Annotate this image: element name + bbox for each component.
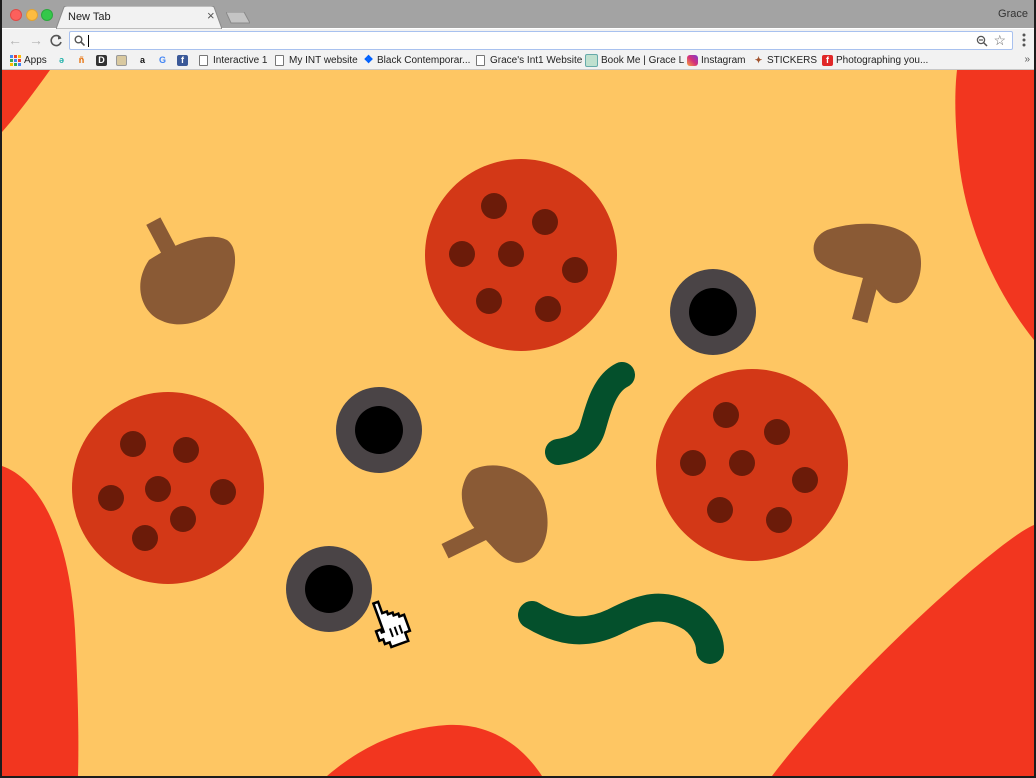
bookmark-item[interactable]: Grace's Int1 Website — [476, 53, 582, 68]
page-icon — [476, 55, 485, 66]
hand-pointer-cursor — [371, 600, 412, 649]
bookmark-star-icon[interactable]: ☆ — [993, 32, 1006, 48]
sauce-shape — [327, 724, 542, 776]
olive — [336, 387, 422, 473]
page-content[interactable] — [2, 70, 1034, 776]
site-icon: D — [96, 55, 107, 66]
reload-button[interactable] — [50, 32, 63, 51]
tab-new-tab[interactable]: New Tab × — [56, 6, 222, 29]
amazon-icon: a — [139, 55, 145, 65]
bookmark-label: Black Contemporar... — [377, 55, 471, 66]
bookmark-label: Instagram — [701, 55, 746, 66]
bookmark-item[interactable]: ✦ STICKERS — [753, 53, 817, 68]
back-button[interactable]: ← — [8, 32, 22, 48]
mushroom — [441, 465, 548, 563]
bookmark-item[interactable]: Book Me | Grace L — [585, 53, 684, 68]
bookmark-site-3[interactable]: D — [96, 53, 110, 68]
bookmark-item[interactable]: ❖ Black Contemporar... — [363, 53, 471, 68]
menu-icon[interactable] — [1022, 33, 1026, 47]
profile-name[interactable]: Grace — [998, 8, 1028, 20]
pepperoni — [72, 392, 264, 584]
instagram-icon — [687, 55, 698, 66]
tab-strip: New Tab × Grace — [0, 0, 1036, 29]
forward-button[interactable]: → — [29, 32, 43, 48]
apps-grid-icon — [10, 55, 21, 66]
minimize-window-button[interactable] — [26, 9, 38, 21]
site-icon: ñ — [78, 55, 85, 65]
sticker-icon: ✦ — [754, 55, 763, 65]
text-caret — [88, 35, 89, 47]
sauce-shape — [772, 525, 1034, 776]
bookmarks-bar: Apps ə ñ D a G f Interactive 1 My INT we… — [0, 53, 1036, 70]
facebook-icon: f — [177, 55, 188, 66]
bookmark-label: Grace's Int1 Website — [490, 55, 583, 66]
bookmark-site-6[interactable]: G — [157, 53, 171, 68]
reload-icon — [50, 34, 62, 47]
mushroom — [813, 223, 922, 323]
page-icon — [275, 55, 284, 66]
bookmark-site-5[interactable]: a — [137, 53, 151, 68]
bookmark-label: My INT website — [289, 55, 358, 66]
close-window-button[interactable] — [10, 9, 22, 21]
tab-close-icon[interactable]: × — [207, 9, 215, 23]
bookmark-label: Book Me | Grace L — [601, 55, 685, 66]
bookmark-apps-label: Apps — [24, 55, 47, 66]
bookmark-item[interactable]: Instagram — [687, 53, 745, 68]
mushroom — [140, 217, 236, 325]
toolbar: ← → ☆ — [0, 29, 1036, 53]
green-pepper — [545, 362, 635, 465]
bookmark-item[interactable]: My INT website — [275, 53, 358, 68]
bookmarks-overflow-button[interactable]: » — [1024, 54, 1030, 65]
bookmark-item[interactable]: f Photographing you... — [822, 53, 928, 68]
address-input[interactable] — [88, 33, 968, 48]
site-icon — [116, 55, 127, 66]
sauce-shape — [955, 70, 1034, 340]
new-tab-button[interactable] — [226, 12, 250, 24]
bookmark-label: Photographing you... — [836, 55, 929, 66]
page-icon — [199, 55, 208, 66]
google-icon: G — [158, 55, 166, 65]
bookmark-item[interactable]: Interactive 1 — [199, 53, 267, 68]
search-icon — [74, 35, 85, 46]
bookmark-site-1[interactable]: ə — [56, 53, 70, 68]
browser-window: New Tab × Grace ← → ☆ Apps ə ñ D a G f I… — [0, 0, 1036, 778]
dropbox-icon: ❖ — [363, 54, 374, 66]
bookmark-label: Interactive 1 — [213, 55, 268, 66]
bookmark-label: STICKERS — [767, 55, 818, 66]
maximize-window-button[interactable] — [41, 9, 53, 21]
olive — [286, 546, 372, 632]
olive — [670, 269, 756, 355]
bookmark-site-2[interactable]: ñ — [76, 53, 90, 68]
zoom-icon[interactable] — [976, 35, 988, 47]
sauce-shape — [2, 70, 50, 132]
address-bar[interactable]: ☆ — [69, 31, 1013, 50]
tab-title: New Tab — [68, 11, 111, 23]
bookmark-site-4[interactable] — [116, 53, 130, 68]
site-icon: ə — [58, 55, 64, 65]
flipboard-icon: f — [822, 55, 833, 66]
site-icon — [585, 54, 598, 67]
pizza-illustration — [2, 70, 1034, 776]
bookmark-apps[interactable]: Apps — [10, 53, 47, 68]
sauce-shape — [2, 466, 79, 776]
bookmark-site-7[interactable]: f — [177, 53, 191, 68]
pepperoni — [656, 369, 848, 561]
pepperoni — [425, 159, 617, 351]
green-pepper — [518, 593, 724, 664]
